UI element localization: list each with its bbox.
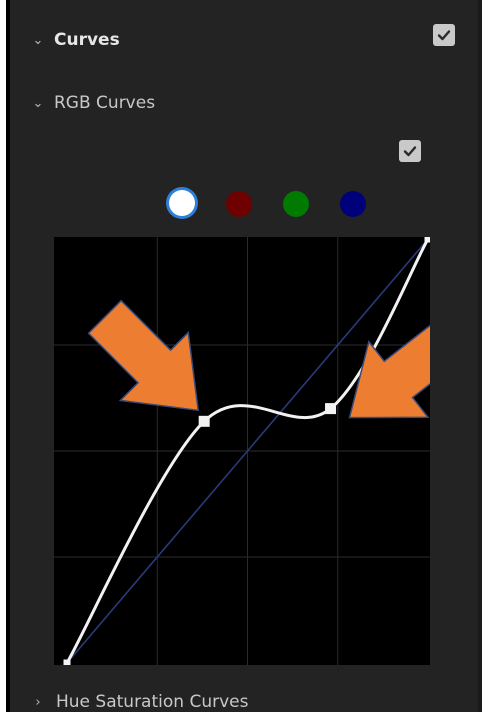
chevron-right-icon: › bbox=[35, 694, 41, 710]
channel-swatch-blue[interactable] bbox=[340, 191, 366, 217]
curve-control-point[interactable] bbox=[424, 237, 431, 243]
curve-graph[interactable] bbox=[54, 237, 430, 665]
rgb-curves-section-header[interactable]: ⌄ RGB Curves bbox=[28, 89, 156, 117]
checkmark-icon bbox=[437, 30, 451, 41]
hue-saturation-section-title: Hue Saturation Curves bbox=[56, 692, 249, 712]
channel-swatch-green[interactable] bbox=[283, 191, 309, 217]
hue-saturation-section-header[interactable]: › Hue Saturation Curves bbox=[28, 688, 248, 712]
curves-enable-checkbox[interactable] bbox=[433, 24, 455, 46]
channel-swatch-white[interactable] bbox=[169, 190, 195, 216]
curve-control-point[interactable] bbox=[63, 659, 71, 666]
curve-control-point[interactable] bbox=[325, 403, 337, 415]
curves-panel: ⌄ Curves ⌄ RGB Curves › Hue Saturation C… bbox=[10, 0, 478, 712]
curve-graph-svg[interactable] bbox=[54, 237, 430, 665]
channel-swatch-red[interactable] bbox=[226, 191, 252, 217]
panel-right-border bbox=[478, 0, 482, 712]
curves-section-header[interactable]: ⌄ Curves bbox=[28, 26, 120, 54]
curves-section-title: Curves bbox=[54, 30, 120, 50]
chevron-down-icon: ⌄ bbox=[32, 32, 44, 48]
rgb-curves-enable-checkbox[interactable] bbox=[399, 140, 421, 162]
checkmark-icon bbox=[403, 146, 417, 157]
chevron-down-icon: ⌄ bbox=[32, 95, 44, 111]
rgb-curves-section-title: RGB Curves bbox=[54, 93, 156, 113]
curve-control-point[interactable] bbox=[198, 415, 210, 427]
